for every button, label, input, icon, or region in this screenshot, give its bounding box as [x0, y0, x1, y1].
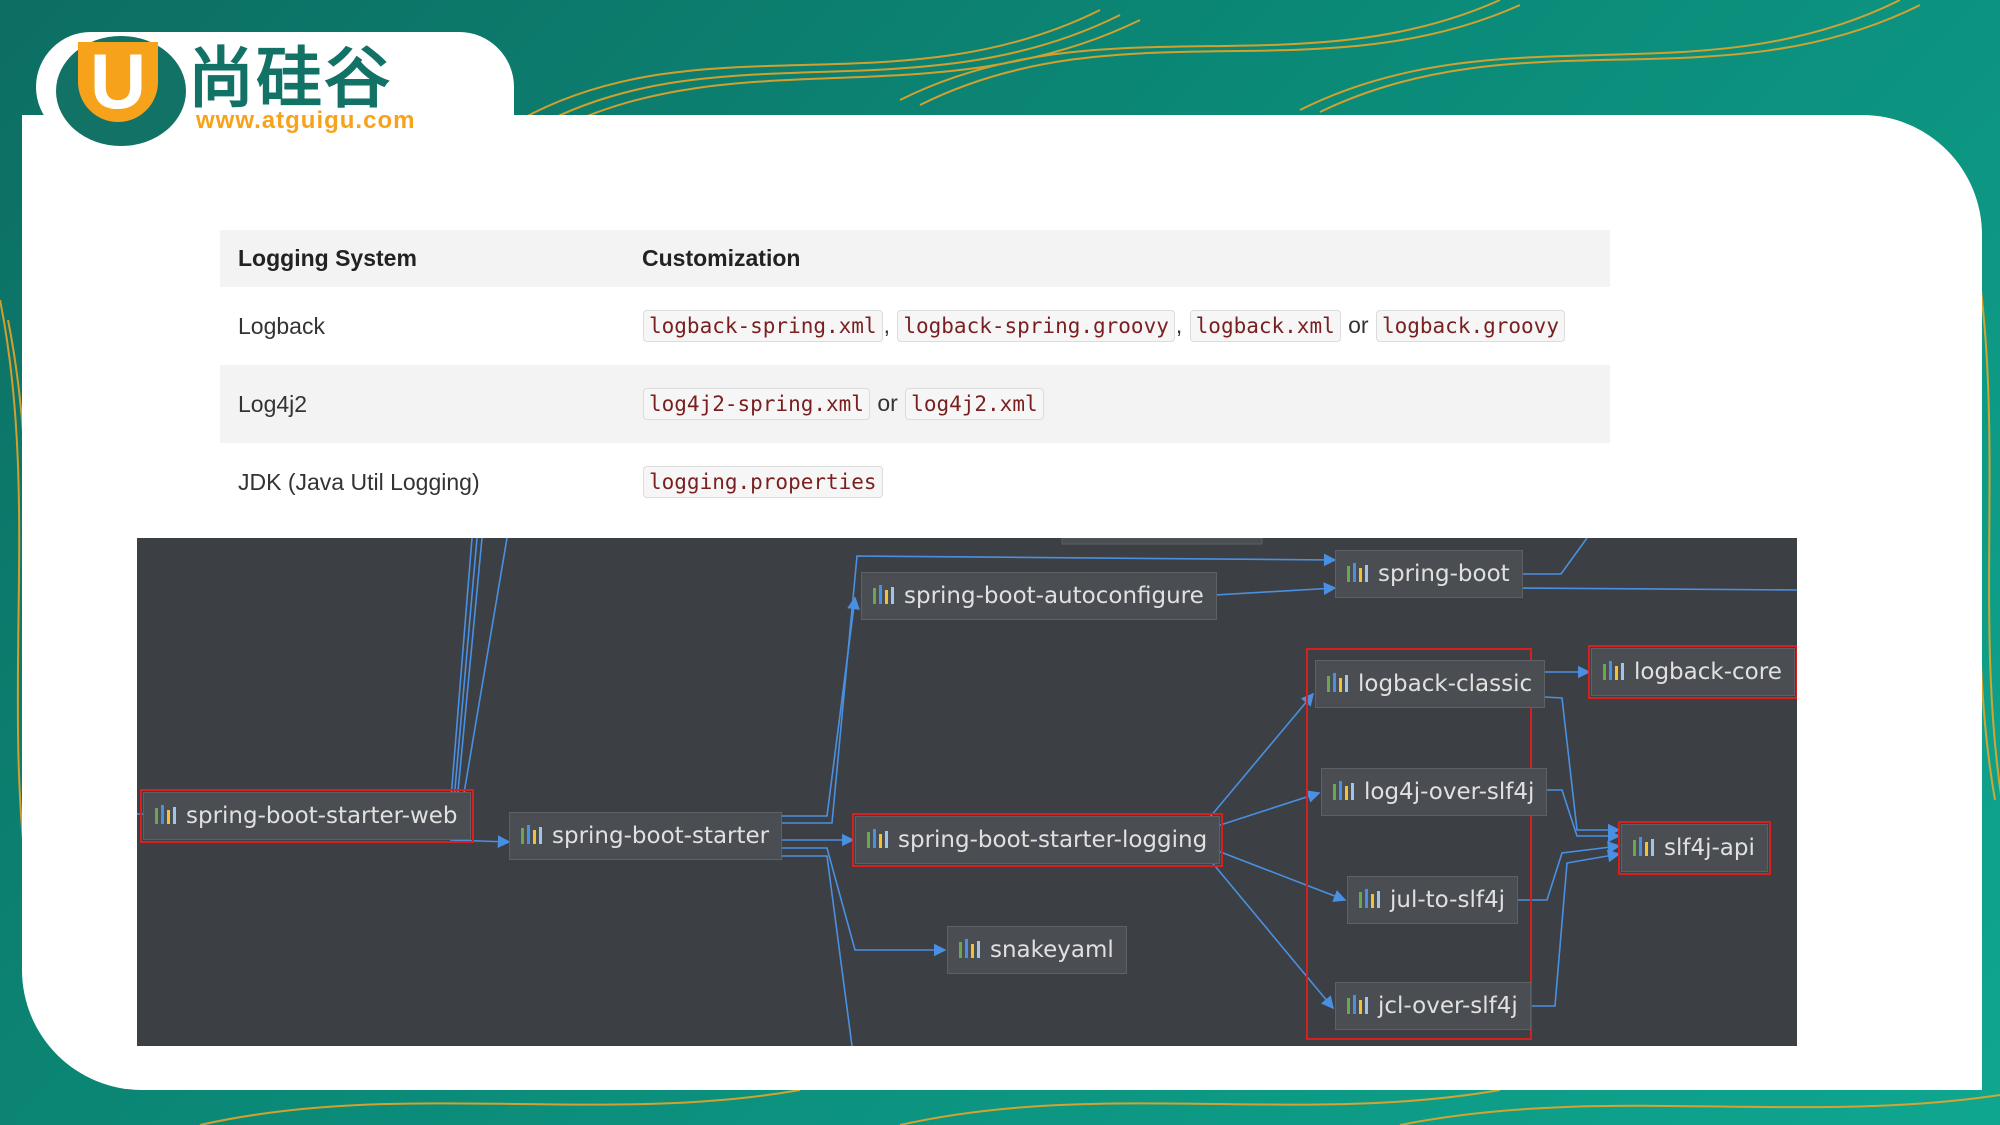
node-log4j-over-slf4j[interactable]: log4j-over-slf4j	[1321, 768, 1548, 816]
maven-module-icon	[1346, 986, 1372, 1014]
node-slf4j-api[interactable]: slf4j-api	[1618, 821, 1771, 875]
maven-module-icon	[1326, 664, 1352, 692]
maven-module-icon	[872, 576, 898, 604]
files-cell: logging.properties	[624, 443, 1610, 521]
node-label: jul-to-slf4j	[1390, 887, 1505, 913]
node-label: log4j-over-slf4j	[1364, 779, 1535, 805]
node-spring-boot-starter[interactable]: spring-boot-starter	[509, 812, 783, 860]
files-cell: logback-spring.xml, logback-spring.groov…	[624, 287, 1610, 365]
logo-chinese-text: 尚硅谷	[188, 40, 392, 117]
separator: ,	[1175, 312, 1183, 338]
files-cell: log4j2-spring.xml or log4j2.xml	[624, 365, 1610, 443]
config-file: log4j2.xml	[905, 388, 1044, 420]
maven-module-icon	[154, 796, 180, 824]
node-jcl-over-slf4j[interactable]: jcl-over-slf4j	[1335, 982, 1531, 1030]
table-row: Logback logback-spring.xml, logback-spri…	[220, 287, 1610, 365]
system-cell: Log4j2	[220, 365, 624, 443]
node-label: logback-classic	[1358, 671, 1533, 697]
node-label: logback-core	[1634, 659, 1782, 685]
maven-module-icon	[1632, 828, 1658, 856]
node-label: jcl-over-slf4j	[1378, 993, 1518, 1019]
system-cell: Logback	[238, 312, 325, 339]
node-logback-classic[interactable]: logback-classic	[1315, 660, 1546, 708]
node-spring-boot-starter-web[interactable]: spring-boot-starter-web	[140, 789, 474, 843]
separator: or	[877, 390, 898, 416]
maven-module-icon	[866, 820, 892, 848]
config-file: log4j2-spring.xml	[643, 388, 870, 420]
header-logging-system: Logging System	[220, 230, 624, 287]
node-label: slf4j-api	[1664, 835, 1755, 861]
node-label: spring-boot-starter	[552, 823, 770, 849]
table-header-row: Logging System Customization	[220, 230, 1610, 287]
node-spring-boot-autoconfigure[interactable]: spring-boot-autoconfigure	[861, 572, 1217, 620]
node-label: spring-boot	[1378, 561, 1510, 587]
node-snakeyaml[interactable]: snakeyaml	[947, 926, 1127, 974]
maven-module-icon	[1332, 772, 1358, 800]
node-label: snakeyaml	[990, 937, 1114, 963]
logo-url: www.atguigu.com	[196, 107, 416, 134]
maven-module-icon	[1602, 652, 1628, 680]
table-row: JDK (Java Util Logging) logging.properti…	[220, 443, 1610, 521]
node-logback-core[interactable]: logback-core	[1588, 645, 1797, 699]
node-spring-boot[interactable]: spring-boot	[1335, 550, 1523, 598]
config-file: logging.properties	[643, 466, 883, 498]
dependency-diagram[interactable]: spring-boot-starter-web spring-boot-star…	[137, 538, 1797, 1046]
maven-module-icon	[1346, 554, 1372, 582]
config-file: logback.groovy	[1375, 310, 1565, 342]
config-file: logback-spring.groovy	[897, 310, 1175, 342]
node-label: spring-boot-starter-web	[186, 803, 458, 829]
node-label: spring-boot-autoconfigure	[904, 583, 1204, 609]
node-label: spring-boot-starter-logging	[898, 827, 1208, 853]
table-row: Log4j2 log4j2-spring.xml or log4j2.xml	[220, 365, 1610, 443]
maven-module-icon	[520, 816, 546, 844]
config-file: logback.xml	[1189, 310, 1341, 342]
logging-table: Logging System Customization Logback log…	[220, 230, 1610, 521]
node-jul-to-slf4j[interactable]: jul-to-slf4j	[1347, 876, 1518, 924]
config-file: logback-spring.xml	[643, 310, 883, 342]
maven-module-icon	[958, 930, 984, 958]
system-cell: JDK (Java Util Logging)	[238, 468, 480, 495]
node-spring-boot-starter-logging[interactable]: spring-boot-starter-logging	[851, 813, 1224, 867]
maven-module-icon	[1358, 880, 1384, 908]
separator: or	[1348, 312, 1369, 338]
logo-u-letter: U	[78, 42, 158, 122]
separator: ,	[883, 312, 890, 338]
header-customization: Customization	[624, 230, 1610, 287]
